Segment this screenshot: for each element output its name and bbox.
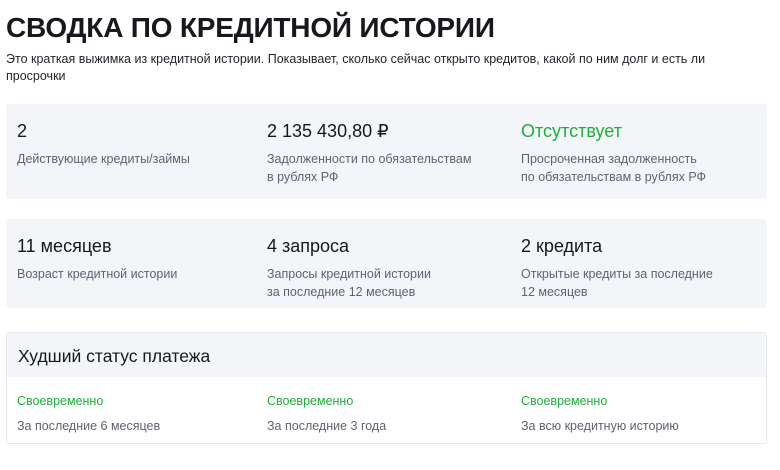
stat-value: 11 месяцев [17,236,112,256]
worst-status-3-years: Своевременно За последние 3 года [267,393,507,434]
stat-history-age: 11 месяцев Возраст кредитной истории [17,236,252,283]
stat-history-requests: 4 запроса Запросы кредитной истории за п… [267,236,507,301]
page-description: Это краткая выжимка из кредитной истории… [6,52,706,83]
stat-label: Просроченная задолженность по обязательс… [521,152,707,184]
payment-status: Своевременно [521,394,608,408]
payment-status: Своевременно [17,394,104,408]
payment-period: За последние 3 года [267,419,387,433]
stat-overdue-debt: Отсутствует Просроченная задолженность п… [521,121,761,186]
worst-payment-status-panel: Худший статус платежа Своевременно За по… [6,332,767,444]
stat-value-status: Отсутствует [521,121,622,141]
stat-total-debt: 2 135 430,80 ₽ Задолженности по обязател… [267,121,507,186]
stat-value: 2 [17,121,28,141]
payment-status: Своевременно [267,394,354,408]
stat-label: Запросы кредитной истории за последние 1… [267,267,431,299]
payment-period: За всю кредитную историю [521,419,679,433]
payment-period: За последние 6 месяцев [17,419,161,433]
page-title: СВОДКА ПО КРЕДИТНОЙ ИСТОРИИ [6,12,495,43]
stat-value: 4 запроса [267,236,350,256]
stat-label: Действующие кредиты/займы [17,152,190,166]
credit-summary-page: СВОДКА ПО КРЕДИТНОЙ ИСТОРИИ Это краткая … [0,0,780,470]
summary-card-debts: 2 Действующие кредиты/займы 2 135 430,80… [6,104,767,199]
stat-label: Открытые кредиты за последние 12 месяцев [521,267,713,299]
stat-label: Возраст кредитной истории [17,267,178,281]
stat-active-loans: 2 Действующие кредиты/займы [17,121,252,168]
worst-status-6-months: Своевременно За последние 6 месяцев [17,393,252,434]
stat-value: 2 135 430,80 ₽ [267,121,389,141]
stat-recent-loans: 2 кредита Открытые кредиты за последние … [521,236,761,301]
worst-status-title: Худший статус платежа [7,333,766,377]
stat-value: 2 кредита [521,236,603,256]
worst-status-all-time: Своевременно За всю кредитную историю [521,393,761,434]
summary-card-history: 11 месяцев Возраст кредитной истории 4 з… [6,219,767,308]
stat-label: Задолженности по обязательствам в рублях… [267,152,472,184]
